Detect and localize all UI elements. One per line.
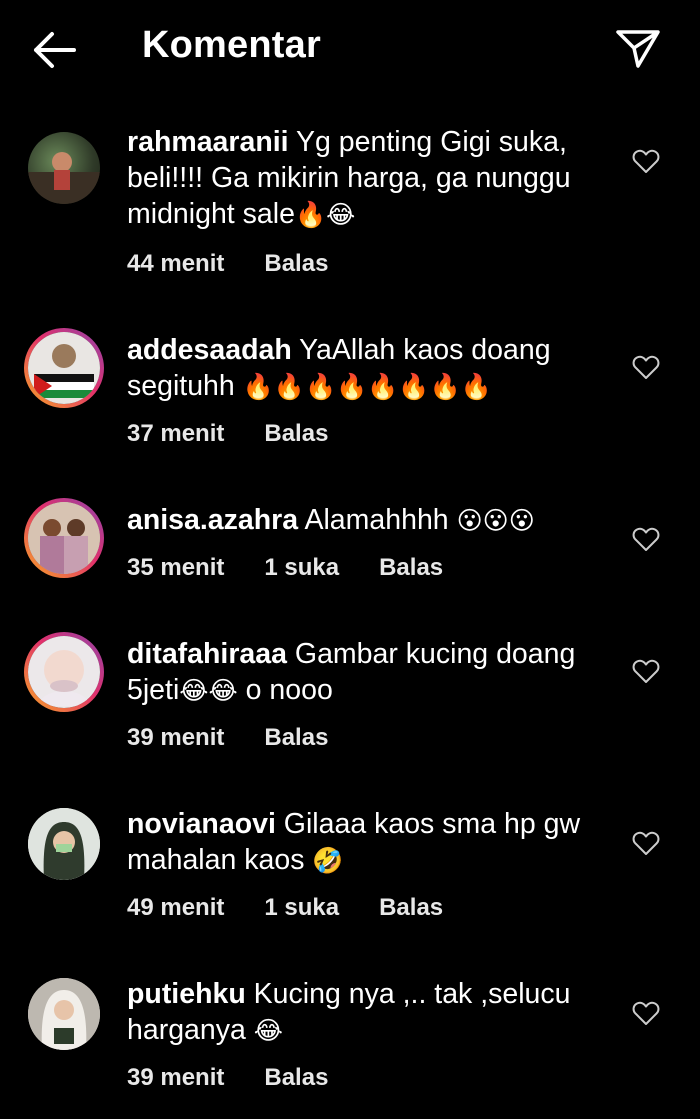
heart-outline-icon[interactable] (632, 354, 660, 380)
avatar[interactable] (24, 128, 104, 208)
comment-time: 44 menit (127, 250, 225, 277)
comment-time: 39 menit (127, 1064, 225, 1091)
comment-emoji: 🔥😂 (294, 200, 356, 229)
comment-emoji: 😂 (253, 1016, 283, 1045)
reply-button[interactable]: Balas (264, 250, 328, 278)
comment-username[interactable]: addesaadah (127, 334, 292, 366)
page-title: Komentar (142, 24, 321, 66)
heart-outline-icon[interactable] (632, 1000, 660, 1026)
comment-time: 49 menit (127, 894, 225, 921)
comment-time: 39 menit (127, 724, 225, 751)
comment-username[interactable]: rahmaaranii (127, 126, 289, 158)
comment-item: addesaadah YaAllah kaos doang segituhh 🔥… (0, 326, 700, 466)
comment-emoji: 😂😂 (179, 676, 238, 705)
comment-text: Alamahhhh (304, 504, 449, 536)
comment-item: rahmaaranii Yg penting Gigi suka, beli!!… (0, 120, 700, 290)
arrow-left-icon (34, 32, 76, 68)
avatar[interactable] (24, 974, 104, 1054)
avatar[interactable] (24, 804, 104, 884)
comment-username[interactable]: anisa.azahra (127, 504, 298, 536)
comment-item: ditafahiraaa Gambar kucing doang 5jeti😂😂… (0, 630, 700, 770)
heart-outline-icon[interactable] (632, 830, 660, 856)
comment-username[interactable]: putiehku (127, 978, 246, 1010)
comment-emoji: 😮😮😮 (456, 506, 535, 535)
comment-emoji: 🔥🔥🔥🔥🔥🔥🔥🔥 (242, 372, 492, 401)
avatar[interactable] (24, 328, 104, 408)
heart-outline-icon[interactable] (632, 148, 660, 174)
reply-button[interactable]: Balas (264, 1064, 328, 1092)
heart-outline-icon[interactable] (632, 658, 660, 684)
reply-button[interactable]: Balas (379, 894, 443, 922)
reply-button[interactable]: Balas (379, 554, 443, 582)
comment-emoji: 🤣 (312, 846, 344, 875)
share-button[interactable] (612, 24, 664, 72)
avatar[interactable] (24, 498, 104, 578)
reply-button[interactable]: Balas (264, 724, 328, 752)
comment-time: 37 menit (127, 420, 225, 447)
comment-likes[interactable]: 1 suka (264, 894, 339, 922)
comment-username[interactable]: novianaovi (127, 808, 276, 840)
comment-item: novianaovi Gilaaa kaos sma hp gw mahalan… (0, 802, 700, 942)
paper-plane-icon (616, 30, 660, 68)
comment-text-tail: o nooo (245, 674, 333, 706)
comment-username[interactable]: ditafahiraaa (127, 638, 287, 670)
header: Komentar (0, 0, 700, 100)
comment-item: anisa.azahra Alamahhhh 😮😮😮 35 menit 1 su… (0, 496, 700, 606)
comment-item: putiehku Kucing nya ,.. tak ,selucu harg… (0, 972, 700, 1112)
heart-outline-icon[interactable] (632, 526, 660, 552)
comment-likes[interactable]: 1 suka (264, 554, 339, 582)
back-button[interactable] (28, 26, 80, 74)
reply-button[interactable]: Balas (264, 420, 328, 448)
avatar[interactable] (24, 632, 104, 712)
comment-time: 35 menit (127, 554, 225, 581)
